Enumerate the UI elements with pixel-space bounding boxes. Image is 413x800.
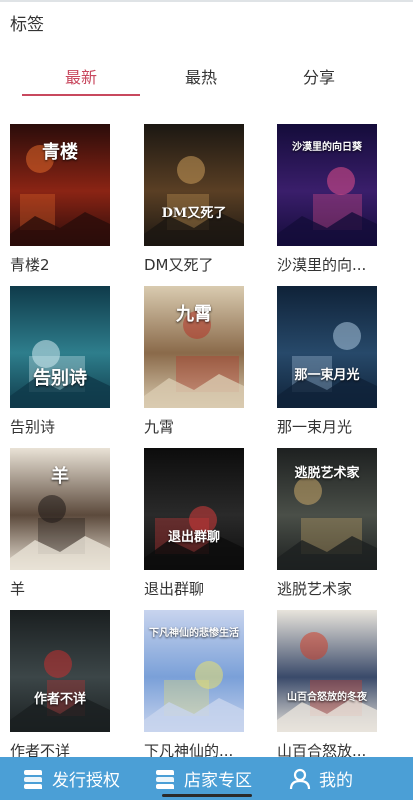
book-cover[interactable]: 那一束月光 [277, 286, 377, 408]
book-title[interactable]: 青楼2 [10, 254, 145, 275]
book-cover-text: 退出群聊 [167, 530, 220, 545]
book-cover[interactable]: 逃脱艺术家 [277, 448, 377, 570]
book-cover[interactable]: 下凡神仙的悲惨生活 [144, 610, 244, 732]
book-cover-text: 羊 [51, 466, 69, 487]
book-cover[interactable]: 作者不详 [10, 610, 110, 732]
book-cover-text: 山百合怒放的冬夜 [287, 692, 367, 703]
book-cover-text: DM又死了 [161, 206, 227, 221]
tab-latest[interactable]: 最新 [22, 64, 140, 88]
stack-icon [24, 769, 42, 789]
home-indicator [162, 794, 252, 797]
book-cover-text: 逃脱艺术家 [294, 466, 360, 481]
book-card[interactable]: 青楼 青楼2 [10, 124, 110, 279]
book-card[interactable]: 沙漠里的向日葵 沙漠里的向... [277, 124, 377, 279]
nav-publish-license-label: 发行授权 [52, 771, 120, 791]
book-cover[interactable]: DM又死了 [144, 124, 244, 246]
tab-bar: 最新 最热 分享 [0, 56, 413, 100]
book-title[interactable]: 退出群聊 [144, 578, 279, 599]
book-card[interactable]: 下凡神仙的悲惨生活 下凡神仙的... [144, 610, 244, 757]
book-card[interactable]: 作者不详 作者不详 [10, 610, 110, 757]
book-cover[interactable]: 羊 [10, 448, 110, 570]
book-cover-text: 沙漠里的向日葵 [292, 142, 362, 153]
book-title[interactable]: 下凡神仙的... [144, 740, 279, 757]
nav-publish-license[interactable]: 发行授权 [22, 757, 120, 800]
book-title[interactable]: 羊 [10, 578, 145, 599]
book-title[interactable]: 作者不详 [10, 740, 145, 757]
book-cover-text: 告别诗 [33, 368, 87, 389]
nav-store-zone-label: 店家专区 [184, 771, 252, 791]
book-cover-text: 青楼 [42, 142, 78, 163]
user-icon [289, 768, 311, 789]
tab-share[interactable]: 分享 [260, 64, 378, 88]
book-card[interactable]: 逃脱艺术家 逃脱艺术家 [277, 448, 377, 603]
book-title[interactable]: 那一束月光 [277, 416, 412, 437]
store-icon [156, 769, 174, 789]
nav-mine[interactable]: 我的 [289, 757, 353, 800]
book-card[interactable]: 山百合怒放的冬夜 山百合怒放... [277, 610, 377, 757]
book-cover[interactable]: 九霄 [144, 286, 244, 408]
book-title[interactable]: 沙漠里的向... [277, 254, 412, 275]
top-divider [0, 0, 413, 2]
book-cover[interactable]: 山百合怒放的冬夜 [277, 610, 377, 732]
tab-underline [22, 94, 140, 96]
nav-mine-label: 我的 [319, 771, 353, 791]
book-card[interactable]: 九霄 九霄 [144, 286, 244, 441]
book-cover-text: 下凡神仙的悲惨生活 [149, 628, 239, 639]
book-title[interactable]: 山百合怒放... [277, 740, 412, 757]
book-cover[interactable]: 告别诗 [10, 286, 110, 408]
book-grid[interactable]: 青楼 青楼2 DM又死了 DM又死了 沙漠里的向日葵 沙漠里的向... 告别诗 告别诗 九霄 九霄… [0, 122, 413, 757]
book-cover[interactable]: 青楼 [10, 124, 110, 246]
book-cover-text: 那一束月光 [294, 368, 360, 383]
book-card[interactable]: 告别诗 告别诗 [10, 286, 110, 441]
book-cover-text: 九霄 [176, 304, 212, 325]
book-title[interactable]: 告别诗 [10, 416, 145, 437]
tab-hottest[interactable]: 最热 [142, 64, 260, 88]
page-title: 标签 [10, 15, 44, 35]
book-title[interactable]: DM又死了 [144, 254, 279, 275]
book-cover-text: 作者不详 [33, 692, 86, 707]
book-card[interactable]: DM又死了 DM又死了 [144, 124, 244, 279]
book-card[interactable]: 退出群聊 退出群聊 [144, 448, 244, 603]
book-cover[interactable]: 退出群聊 [144, 448, 244, 570]
book-title[interactable]: 逃脱艺术家 [277, 578, 412, 599]
book-cover[interactable]: 沙漠里的向日葵 [277, 124, 377, 246]
book-card[interactable]: 那一束月光 那一束月光 [277, 286, 377, 441]
book-title[interactable]: 九霄 [144, 416, 279, 437]
book-card[interactable]: 羊羊 [10, 448, 110, 603]
